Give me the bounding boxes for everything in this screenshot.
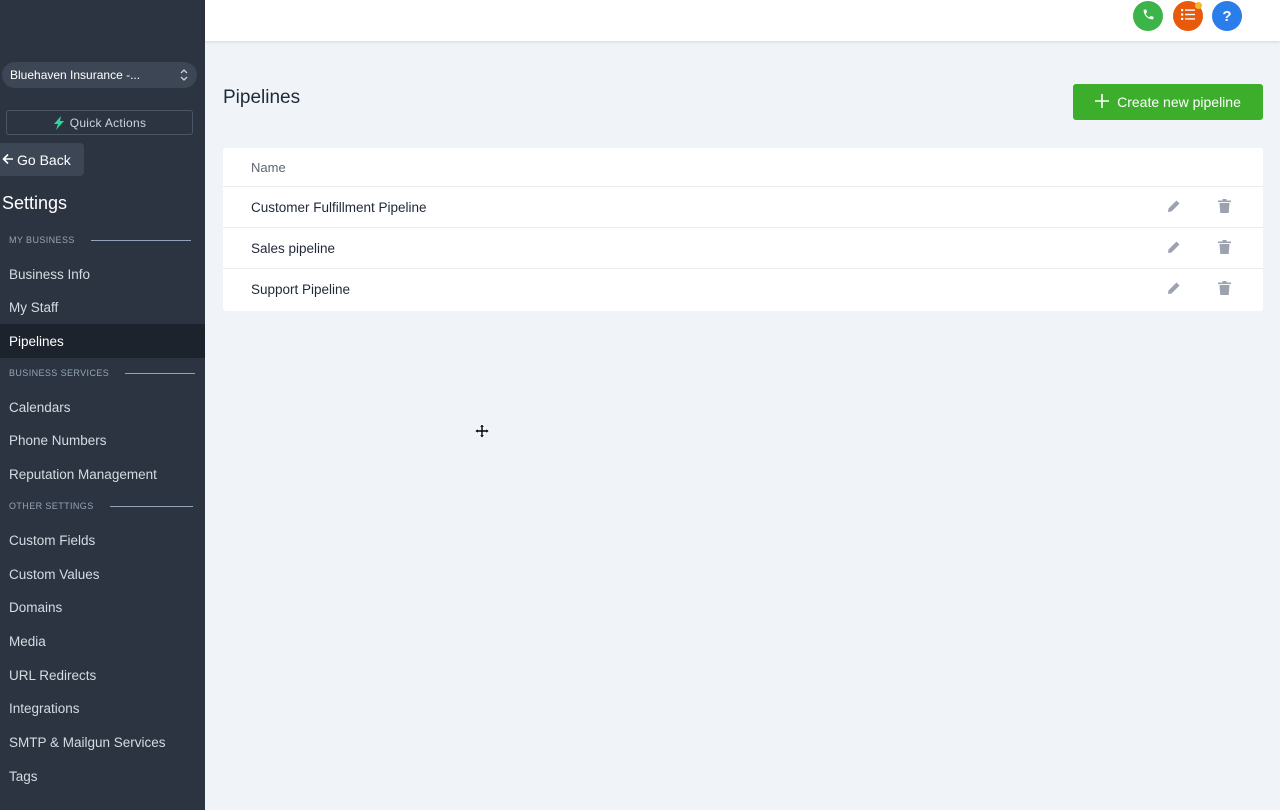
task-list-icon bbox=[1181, 8, 1195, 25]
account-switcher[interactable]: Bluehaven Insurance -... bbox=[2, 62, 197, 88]
create-new-pipeline-button[interactable]: Create new pipeline bbox=[1073, 84, 1263, 120]
tasks-button[interactable] bbox=[1173, 1, 1203, 31]
section-label-my-business: MY BUSINESS bbox=[9, 235, 191, 245]
section-label-other-settings: OTHER SETTINGS bbox=[9, 501, 193, 511]
top-bar: ? bbox=[205, 0, 1280, 41]
pencil-icon[interactable] bbox=[1167, 199, 1181, 216]
section-label-text: BUSINESS SERVICES bbox=[9, 368, 110, 378]
pipeline-name: Customer Fulfillment Pipeline bbox=[251, 199, 427, 215]
section-label-business-services: BUSINESS SERVICES bbox=[9, 368, 196, 378]
sidebar-item-pipelines[interactable]: Pipelines bbox=[0, 324, 205, 358]
sidebar-item-smtp[interactable]: SMTP & Mailgun Services bbox=[0, 725, 205, 759]
sidebar-item-url-redirects[interactable]: URL Redirects bbox=[0, 658, 205, 692]
settings-title: Settings bbox=[2, 193, 68, 213]
divider bbox=[90, 239, 191, 241]
account-name: Bluehaven Insurance -... bbox=[10, 68, 141, 82]
pencil-icon[interactable] bbox=[1167, 281, 1181, 298]
section-label-text: OTHER SETTINGS bbox=[9, 501, 94, 511]
pencil-icon[interactable] bbox=[1167, 240, 1181, 257]
pipeline-name: Sales pipeline bbox=[251, 240, 336, 256]
sidebar-item-my-staff[interactable]: My Staff bbox=[0, 290, 205, 324]
trash-icon[interactable] bbox=[1218, 199, 1231, 216]
sidebar-item-calendars[interactable]: Calendars bbox=[0, 390, 205, 424]
table-row[interactable]: Sales pipeline bbox=[223, 228, 1263, 269]
sidebar-item-integrations[interactable]: Integrations bbox=[0, 691, 205, 725]
divider bbox=[109, 505, 193, 507]
sidebar-item-phone-numbers[interactable]: Phone Numbers bbox=[0, 423, 205, 457]
pipelines-table: Name Customer Fulfillment Pipeline Sales… bbox=[223, 148, 1263, 311]
sidebar-item-custom-values[interactable]: Custom Values bbox=[0, 557, 205, 591]
pipeline-name: Support Pipeline bbox=[251, 282, 351, 297]
quick-actions-label: Quick Actions bbox=[69, 115, 147, 130]
create-button-label: Create new pipeline bbox=[1117, 94, 1241, 110]
trash-icon[interactable] bbox=[1218, 240, 1231, 257]
go-back-label: Go Back bbox=[17, 151, 71, 168]
notification-dot bbox=[1195, 2, 1202, 9]
table-header: Name bbox=[223, 148, 1263, 187]
sidebar-item-tags[interactable]: Tags bbox=[0, 759, 205, 793]
table-row[interactable]: Customer Fulfillment Pipeline bbox=[223, 187, 1263, 228]
trash-icon[interactable] bbox=[1218, 281, 1231, 298]
sidebar-item-reputation-management[interactable]: Reputation Management bbox=[0, 457, 205, 491]
sidebar-item-media[interactable]: Media bbox=[0, 624, 205, 658]
section-label-text: MY BUSINESS bbox=[9, 235, 75, 245]
phone-button[interactable] bbox=[1133, 1, 1163, 31]
page-title: Pipelines bbox=[223, 87, 301, 108]
divider bbox=[125, 372, 196, 374]
sidebar-item-custom-fields[interactable]: Custom Fields bbox=[0, 523, 205, 557]
move-cursor-icon bbox=[474, 423, 490, 439]
column-header-name: Name bbox=[251, 159, 286, 175]
help-button[interactable]: ? bbox=[1212, 1, 1242, 31]
help-icon: ? bbox=[1222, 7, 1232, 25]
sidebar-item-domains[interactable]: Domains bbox=[0, 590, 205, 624]
go-back-button[interactable]: Go Back bbox=[0, 143, 84, 176]
arrow-left-icon bbox=[2, 152, 14, 168]
lightning-icon bbox=[53, 115, 65, 130]
sidebar: Bluehaven Insurance -... Quick Actions G… bbox=[0, 0, 205, 810]
table-row[interactable]: Support Pipeline bbox=[223, 269, 1263, 310]
chevron-up-down-icon bbox=[179, 68, 189, 83]
quick-actions-button[interactable]: Quick Actions bbox=[6, 110, 193, 135]
plus-icon bbox=[1095, 92, 1110, 112]
sidebar-item-business-info[interactable]: Business Info bbox=[0, 257, 205, 291]
phone-icon bbox=[1142, 8, 1155, 25]
